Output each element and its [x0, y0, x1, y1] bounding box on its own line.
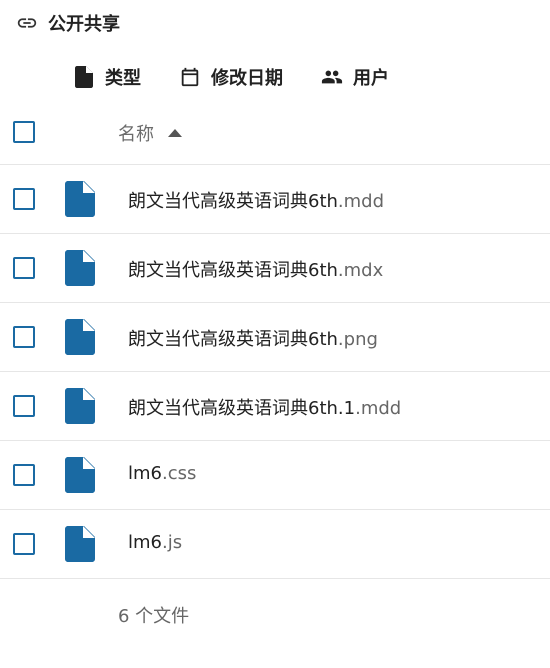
row-checkbox[interactable]: [13, 395, 35, 417]
name-column-label: 名称: [118, 124, 154, 145]
file-row[interactable]: lm6.js: [0, 510, 550, 579]
row-checkbox[interactable]: [13, 326, 35, 348]
file-icon: [65, 457, 95, 493]
row-checkbox[interactable]: [13, 188, 35, 210]
file-icon: [65, 250, 95, 286]
file-icon: [73, 66, 95, 88]
file-name[interactable]: lm6.css: [128, 463, 196, 484]
file-extension: .mdx: [337, 260, 384, 281]
file-base-name: 朗文当代高级英语词典6th: [128, 329, 338, 350]
row-checkbox[interactable]: [13, 533, 35, 555]
file-row[interactable]: lm6.css: [0, 441, 550, 510]
file-icon: [65, 526, 95, 562]
file-icon: [65, 181, 95, 217]
file-row[interactable]: 朗文当代高级英语词典6th.png: [0, 303, 550, 372]
file-base-name: 朗文当代高级英语词典6th: [128, 260, 338, 281]
filter-bar: 类型 修改日期 用户: [73, 62, 427, 92]
file-name[interactable]: 朗文当代高级英语词典6th.1.mdd: [128, 394, 401, 420]
calendar-icon: [179, 66, 201, 88]
sort-ascending-icon: [168, 129, 182, 137]
column-header: 名称: [0, 112, 550, 165]
file-row[interactable]: 朗文当代高级英语词典6th.mdx: [0, 234, 550, 303]
row-checkbox[interactable]: [13, 257, 35, 279]
file-row[interactable]: 朗文当代高级英语词典6th.mdd: [0, 165, 550, 234]
file-name[interactable]: 朗文当代高级英语词典6th.mdx: [128, 256, 383, 282]
link-icon: [16, 12, 38, 34]
file-extension: .css: [162, 463, 197, 484]
filter-date-label: 修改日期: [211, 68, 283, 89]
file-extension: .png: [337, 329, 378, 350]
public-share-page: 公开共享 类型 修改日期 用户 名称 朗文当代高级英语词典6th.mdd 朗文当…: [0, 0, 550, 668]
file-icon: [65, 319, 95, 355]
file-base-name: lm6: [128, 532, 162, 553]
file-base-name: 朗文当代高级英语词典6th.1: [128, 398, 356, 419]
filter-user-label: 用户: [353, 68, 389, 89]
file-name[interactable]: 朗文当代高级英语词典6th.png: [128, 325, 378, 351]
people-icon: [321, 66, 343, 88]
file-base-name: 朗文当代高级英语词典6th: [128, 191, 338, 212]
file-extension: .mdd: [337, 191, 385, 212]
row-checkbox[interactable]: [13, 464, 35, 486]
page-header: 公开共享: [16, 8, 120, 38]
file-base-name: lm6: [128, 463, 162, 484]
file-list: 朗文当代高级英语词典6th.mdd 朗文当代高级英语词典6th.mdx 朗文当代…: [0, 165, 550, 579]
file-row[interactable]: 朗文当代高级英语词典6th.1.mdd: [0, 372, 550, 441]
page-title: 公开共享: [48, 14, 120, 35]
name-column-header[interactable]: 名称: [118, 120, 182, 146]
file-name[interactable]: lm6.js: [128, 532, 182, 553]
file-icon: [65, 388, 95, 424]
select-all-checkbox[interactable]: [13, 121, 35, 143]
file-extension: .js: [162, 532, 183, 553]
file-name[interactable]: 朗文当代高级英语词典6th.mdd: [128, 187, 384, 213]
filter-type-label: 类型: [105, 68, 141, 89]
file-count: 6 个文件: [118, 606, 190, 627]
file-extension: .mdd: [355, 398, 402, 419]
filter-type[interactable]: 类型: [73, 62, 141, 92]
filter-modified-date[interactable]: 修改日期: [179, 62, 283, 92]
filter-user[interactable]: 用户: [321, 62, 389, 92]
